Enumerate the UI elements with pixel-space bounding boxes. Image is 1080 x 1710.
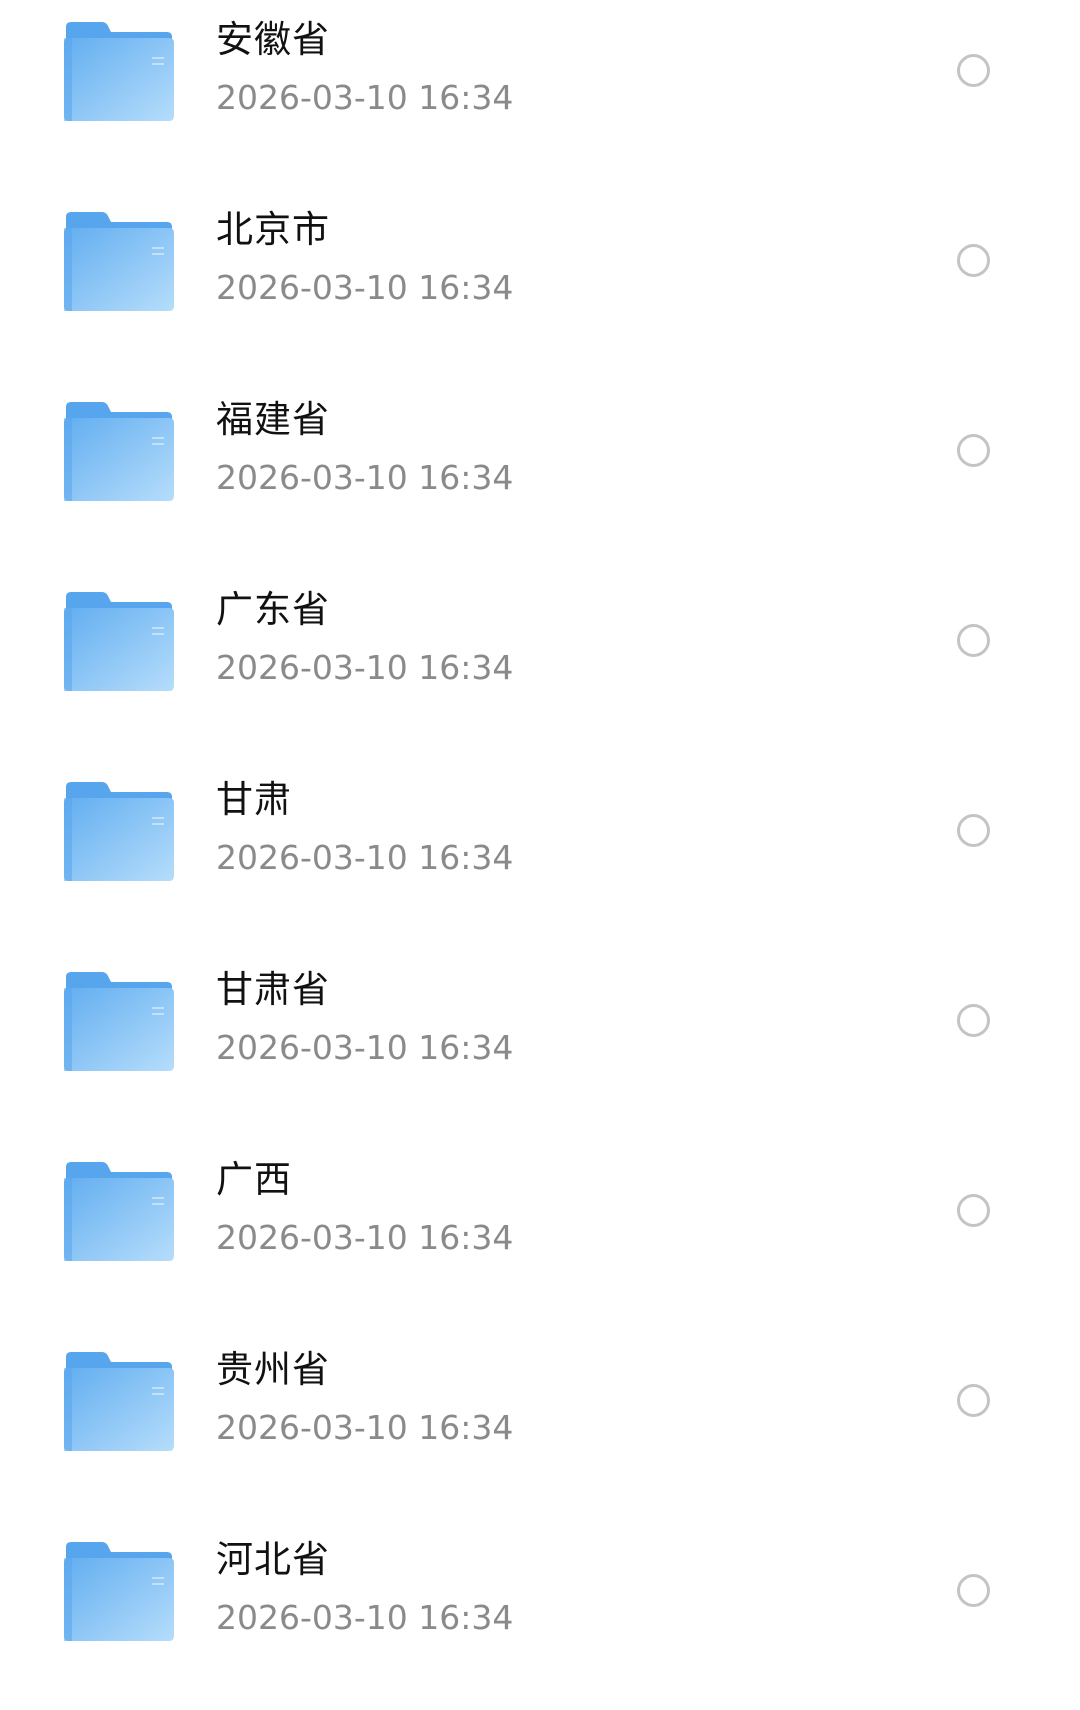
folder-icon xyxy=(64,971,174,1071)
select-radio[interactable] xyxy=(957,1004,990,1037)
select-radio[interactable] xyxy=(957,244,990,277)
select-radio[interactable] xyxy=(957,434,990,467)
modified-time: 2026-03-10 16:34 xyxy=(216,1408,514,1447)
folder-name: 甘肃省 xyxy=(216,968,330,1011)
list-item[interactable]: 北京市 2026-03-10 16:34 xyxy=(0,190,1080,380)
select-radio[interactable] xyxy=(957,1574,990,1607)
modified-time: 2026-03-10 16:34 xyxy=(216,458,514,497)
folder-name: 广西 xyxy=(216,1158,292,1201)
folder-name: 河北省 xyxy=(216,1538,330,1581)
folder-icon xyxy=(64,1161,174,1261)
modified-time: 2026-03-10 16:34 xyxy=(216,838,514,877)
folder-icon xyxy=(64,591,174,691)
list-item[interactable]: 甘肃 2026-03-10 16:34 xyxy=(0,760,1080,950)
folder-name: 安徽省 xyxy=(216,18,330,61)
modified-time: 2026-03-10 16:34 xyxy=(216,1028,514,1067)
folder-icon xyxy=(64,781,174,881)
select-radio[interactable] xyxy=(957,54,990,87)
list-item[interactable]: 福建省 2026-03-10 16:34 xyxy=(0,380,1080,570)
folder-icon xyxy=(64,1541,174,1641)
folder-name: 北京市 xyxy=(216,208,330,251)
modified-time: 2026-03-10 16:34 xyxy=(216,648,514,687)
list-item[interactable]: 广东省 2026-03-10 16:34 xyxy=(0,570,1080,760)
folder-icon xyxy=(64,211,174,311)
folder-name: 甘肃 xyxy=(216,778,292,821)
modified-time: 2026-03-10 16:34 xyxy=(216,78,514,117)
folder-icon xyxy=(64,1351,174,1451)
folder-icon xyxy=(64,401,174,501)
list-item[interactable]: 安徽省 2026-03-10 16:34 xyxy=(0,0,1080,190)
select-radio[interactable] xyxy=(957,1384,990,1417)
folder-name: 广东省 xyxy=(216,588,330,631)
select-radio[interactable] xyxy=(957,624,990,657)
list-item[interactable]: 贵州省 2026-03-10 16:34 xyxy=(0,1330,1080,1520)
modified-time: 2026-03-10 16:34 xyxy=(216,1218,514,1257)
list-item[interactable]: 甘肃省 2026-03-10 16:34 xyxy=(0,950,1080,1140)
select-radio[interactable] xyxy=(957,1194,990,1227)
list-item[interactable]: 河北省 2026-03-10 16:34 xyxy=(0,1520,1080,1710)
modified-time: 2026-03-10 16:34 xyxy=(216,268,514,307)
file-list: 安徽省 2026-03-10 16:34 北京市 2026-03-10 16:3… xyxy=(0,0,1080,1669)
folder-name: 福建省 xyxy=(216,398,330,441)
folder-name: 贵州省 xyxy=(216,1348,330,1391)
folder-icon xyxy=(64,21,174,121)
select-radio[interactable] xyxy=(957,814,990,847)
list-item[interactable]: 广西 2026-03-10 16:34 xyxy=(0,1140,1080,1330)
modified-time: 2026-03-10 16:34 xyxy=(216,1598,514,1637)
